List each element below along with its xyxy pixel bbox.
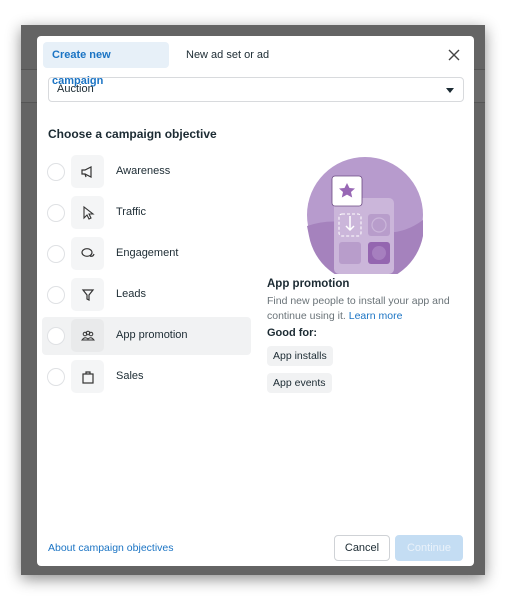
chat-bubbles-icon xyxy=(71,237,104,270)
radio-button[interactable] xyxy=(47,204,65,222)
objective-leads[interactable]: Leads xyxy=(42,276,251,314)
detail-title: App promotion xyxy=(267,278,350,290)
learn-more-link[interactable]: Learn more xyxy=(349,310,403,322)
cancel-button[interactable]: Cancel xyxy=(334,535,390,561)
cursor-icon xyxy=(71,196,104,229)
objective-label: Engagement xyxy=(116,247,179,259)
radio-button[interactable] xyxy=(47,245,65,263)
good-for-chip: App events xyxy=(267,373,332,393)
objective-sales[interactable]: Sales xyxy=(42,358,251,396)
objective-awareness[interactable]: Awareness xyxy=(42,153,251,191)
funnel-icon xyxy=(71,278,104,311)
radio-button[interactable] xyxy=(47,163,65,181)
continue-button[interactable]: Continue xyxy=(395,535,463,561)
radio-button[interactable] xyxy=(47,368,65,386)
objective-label: Sales xyxy=(116,370,144,382)
caret-down-icon xyxy=(446,88,454,93)
good-for-label: Good for: xyxy=(267,327,318,339)
tab-new-ad-set-or-ad[interactable]: New ad set or ad xyxy=(177,42,278,68)
shopping-bag-icon xyxy=(71,360,104,393)
buying-type-value: Auction xyxy=(57,83,94,95)
close-icon[interactable] xyxy=(445,46,463,64)
tab-create-new-campaign[interactable]: Create new campaign xyxy=(43,42,169,87)
megaphone-icon xyxy=(71,155,104,188)
objective-app-promotion[interactable]: App promotion xyxy=(42,317,251,355)
good-for-chip: App installs xyxy=(267,346,333,366)
detail-description: Find new people to install your app and … xyxy=(267,294,467,324)
objective-engagement[interactable]: Engagement xyxy=(42,235,251,273)
objective-label: Traffic xyxy=(116,206,146,218)
objective-label: Leads xyxy=(116,288,146,300)
section-heading: Choose a campaign objective xyxy=(48,127,217,141)
people-icon xyxy=(71,319,104,352)
about-campaign-objectives-link[interactable]: About campaign objectives xyxy=(48,542,174,554)
radio-button[interactable] xyxy=(47,327,65,345)
objective-traffic[interactable]: Traffic xyxy=(42,194,251,232)
radio-button[interactable] xyxy=(47,286,65,304)
create-campaign-dialog: Create new campaign New ad set or ad Auc… xyxy=(37,36,474,566)
app-promotion-illustration xyxy=(307,157,423,274)
objective-label: Awareness xyxy=(116,165,171,177)
objective-label: App promotion xyxy=(116,329,188,341)
buying-type-dropdown[interactable]: Auction xyxy=(48,77,464,102)
